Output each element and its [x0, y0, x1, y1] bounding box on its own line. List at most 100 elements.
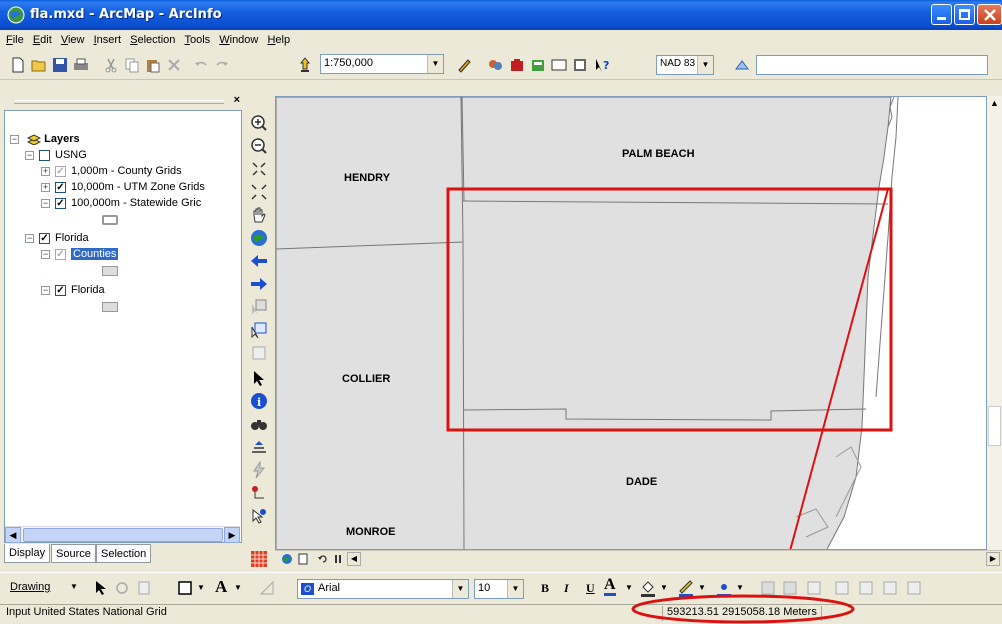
bold-button[interactable]: B: [541, 581, 549, 596]
statewide-grids-symbol[interactable]: [102, 215, 118, 225]
font-dropdown[interactable]: O Arial ▼: [297, 579, 469, 599]
map-scale-dropdown[interactable]: 1:750,000 ▼: [320, 54, 444, 74]
scroll-thumb[interactable]: [23, 528, 223, 542]
chevron-down-icon[interactable]: ▼: [452, 580, 468, 598]
scroll-right-icon[interactable]: ▶: [224, 527, 240, 543]
collapse-icon[interactable]: −: [25, 150, 34, 160]
undo-icon[interactable]: [193, 57, 209, 73]
pause-icon[interactable]: [333, 554, 343, 564]
nudge-icon[interactable]: [906, 580, 922, 596]
measure-icon[interactable]: [250, 484, 268, 502]
copy-icon[interactable]: [124, 57, 140, 73]
collapse-icon[interactable]: −: [41, 198, 50, 208]
chevron-down-icon[interactable]: ▼: [736, 583, 744, 592]
menu-help[interactable]: Help: [267, 30, 290, 50]
select-elements-icon[interactable]: [250, 321, 268, 339]
chevron-down-icon[interactable]: ▼: [507, 580, 523, 598]
usng-find-icon[interactable]: [734, 57, 750, 73]
editor-icon[interactable]: [456, 57, 472, 73]
model-builder-icon[interactable]: [572, 57, 588, 73]
fixed-zoom-in-icon[interactable]: [250, 160, 268, 178]
select-features-icon[interactable]: [250, 298, 268, 316]
paste-icon[interactable]: [145, 57, 161, 73]
menu-insert[interactable]: Insert: [94, 30, 122, 50]
open-icon[interactable]: [31, 57, 47, 73]
projection-dropdown[interactable]: NAD 83 ▼: [656, 55, 714, 75]
select-arrow-icon[interactable]: [250, 369, 268, 387]
scroll-right-icon[interactable]: ▶: [986, 552, 1000, 566]
map-canvas[interactable]: PALM BEACH HENDRY COLLIER DADE MONROE: [276, 97, 987, 550]
chevron-down-icon[interactable]: ▼: [197, 583, 205, 592]
refresh-icon[interactable]: [317, 553, 329, 565]
zoom-whole-page-icon[interactable]: [137, 580, 153, 596]
add-data-icon[interactable]: [297, 57, 313, 73]
tab-source[interactable]: Source: [51, 544, 96, 563]
map-view[interactable]: PALM BEACH HENDRY COLLIER DADE MONROE: [275, 96, 987, 550]
edit-vertices-icon[interactable]: [259, 580, 275, 596]
identify-icon[interactable]: i: [250, 392, 268, 410]
command-line-icon[interactable]: [551, 57, 567, 73]
arctoolbox-icon[interactable]: [509, 57, 525, 73]
tree-row-florida-group[interactable]: − ✓ Florida: [25, 232, 89, 244]
zoom-out-icon[interactable]: [250, 137, 268, 155]
chevron-down-icon[interactable]: ▼: [234, 583, 242, 592]
tree-row-utm-zone-grids[interactable]: + ✓ 10,000m - UTM Zone Grids: [41, 181, 205, 193]
go-forward-icon[interactable]: [250, 275, 268, 293]
menu-edit[interactable]: Edit: [33, 30, 52, 50]
utm-zone-grids-checkbox[interactable]: ✓: [55, 181, 66, 193]
tree-row-statewide-grids[interactable]: − ✓ 100,000m - Statewide Gric: [41, 197, 201, 209]
close-button[interactable]: [977, 4, 1002, 25]
help-icon[interactable]: ?: [594, 57, 610, 73]
usng-tool-icon[interactable]: [250, 507, 268, 525]
chevron-down-icon[interactable]: ▼: [660, 583, 668, 592]
chevron-down-icon[interactable]: ▼: [698, 583, 706, 592]
chevron-down-icon[interactable]: ▼: [70, 582, 78, 591]
toc-grip[interactable]: [14, 100, 224, 104]
collapse-icon[interactable]: −: [41, 249, 50, 259]
county-grids-checkbox[interactable]: ✓: [55, 165, 66, 177]
text-tool-icon[interactable]: A: [215, 577, 227, 597]
new-icon[interactable]: [10, 57, 26, 73]
tree-row-usng[interactable]: − USNG: [25, 149, 87, 161]
tree-row-florida-layer[interactable]: − ✓ Florida: [41, 284, 105, 296]
tab-display[interactable]: Display: [4, 544, 51, 563]
tab-selection[interactable]: Selection: [96, 544, 152, 563]
counties-checkbox[interactable]: ✓: [55, 248, 66, 260]
fixed-zoom-out-icon[interactable]: [250, 183, 268, 201]
chevron-down-icon[interactable]: ▼: [625, 583, 633, 592]
toc-close-icon[interactable]: ×: [234, 94, 240, 106]
maximize-button[interactable]: [954, 4, 975, 25]
chevron-down-icon[interactable]: ▼: [697, 56, 713, 74]
cut-icon[interactable]: [103, 57, 119, 73]
scroll-up-icon[interactable]: ▲: [988, 98, 1001, 112]
toc-horizontal-scrollbar[interactable]: ◀ ▶: [5, 526, 240, 543]
order-icon[interactable]: [882, 580, 898, 596]
find-icon[interactable]: [250, 415, 268, 433]
florida-group-checkbox[interactable]: ✓: [39, 232, 50, 244]
menu-view[interactable]: View: [61, 30, 85, 50]
expand-icon[interactable]: +: [41, 182, 50, 192]
expand-icon[interactable]: +: [41, 166, 50, 176]
rectangle-icon[interactable]: [178, 581, 192, 595]
find-input[interactable]: [756, 55, 988, 75]
usng-checkbox[interactable]: [39, 149, 50, 161]
data-view-icon[interactable]: [281, 553, 293, 565]
layout-view-icon[interactable]: [297, 553, 309, 565]
florida-symbol[interactable]: [102, 302, 118, 312]
scroll-thumb[interactable]: [988, 406, 1001, 446]
font-size-dropdown[interactable]: 10 ▼: [474, 579, 524, 599]
collapse-icon[interactable]: −: [25, 233, 34, 243]
underline-button[interactable]: U: [586, 581, 595, 596]
zoom-in-icon[interactable]: [250, 114, 268, 132]
menu-tools[interactable]: Tools: [184, 30, 210, 50]
grid-tool-icon[interactable]: [250, 550, 268, 568]
redo-icon[interactable]: [214, 57, 230, 73]
font-color-button[interactable]: A: [604, 577, 616, 596]
editor-toolbar-icon[interactable]: [487, 57, 503, 73]
delete-icon[interactable]: [166, 57, 182, 73]
save-icon[interactable]: [52, 57, 68, 73]
florida-layer-checkbox[interactable]: ✓: [55, 284, 66, 296]
menu-file[interactable]: File: [6, 30, 24, 50]
collapse-icon[interactable]: −: [41, 285, 50, 295]
italic-button[interactable]: I: [564, 581, 569, 596]
